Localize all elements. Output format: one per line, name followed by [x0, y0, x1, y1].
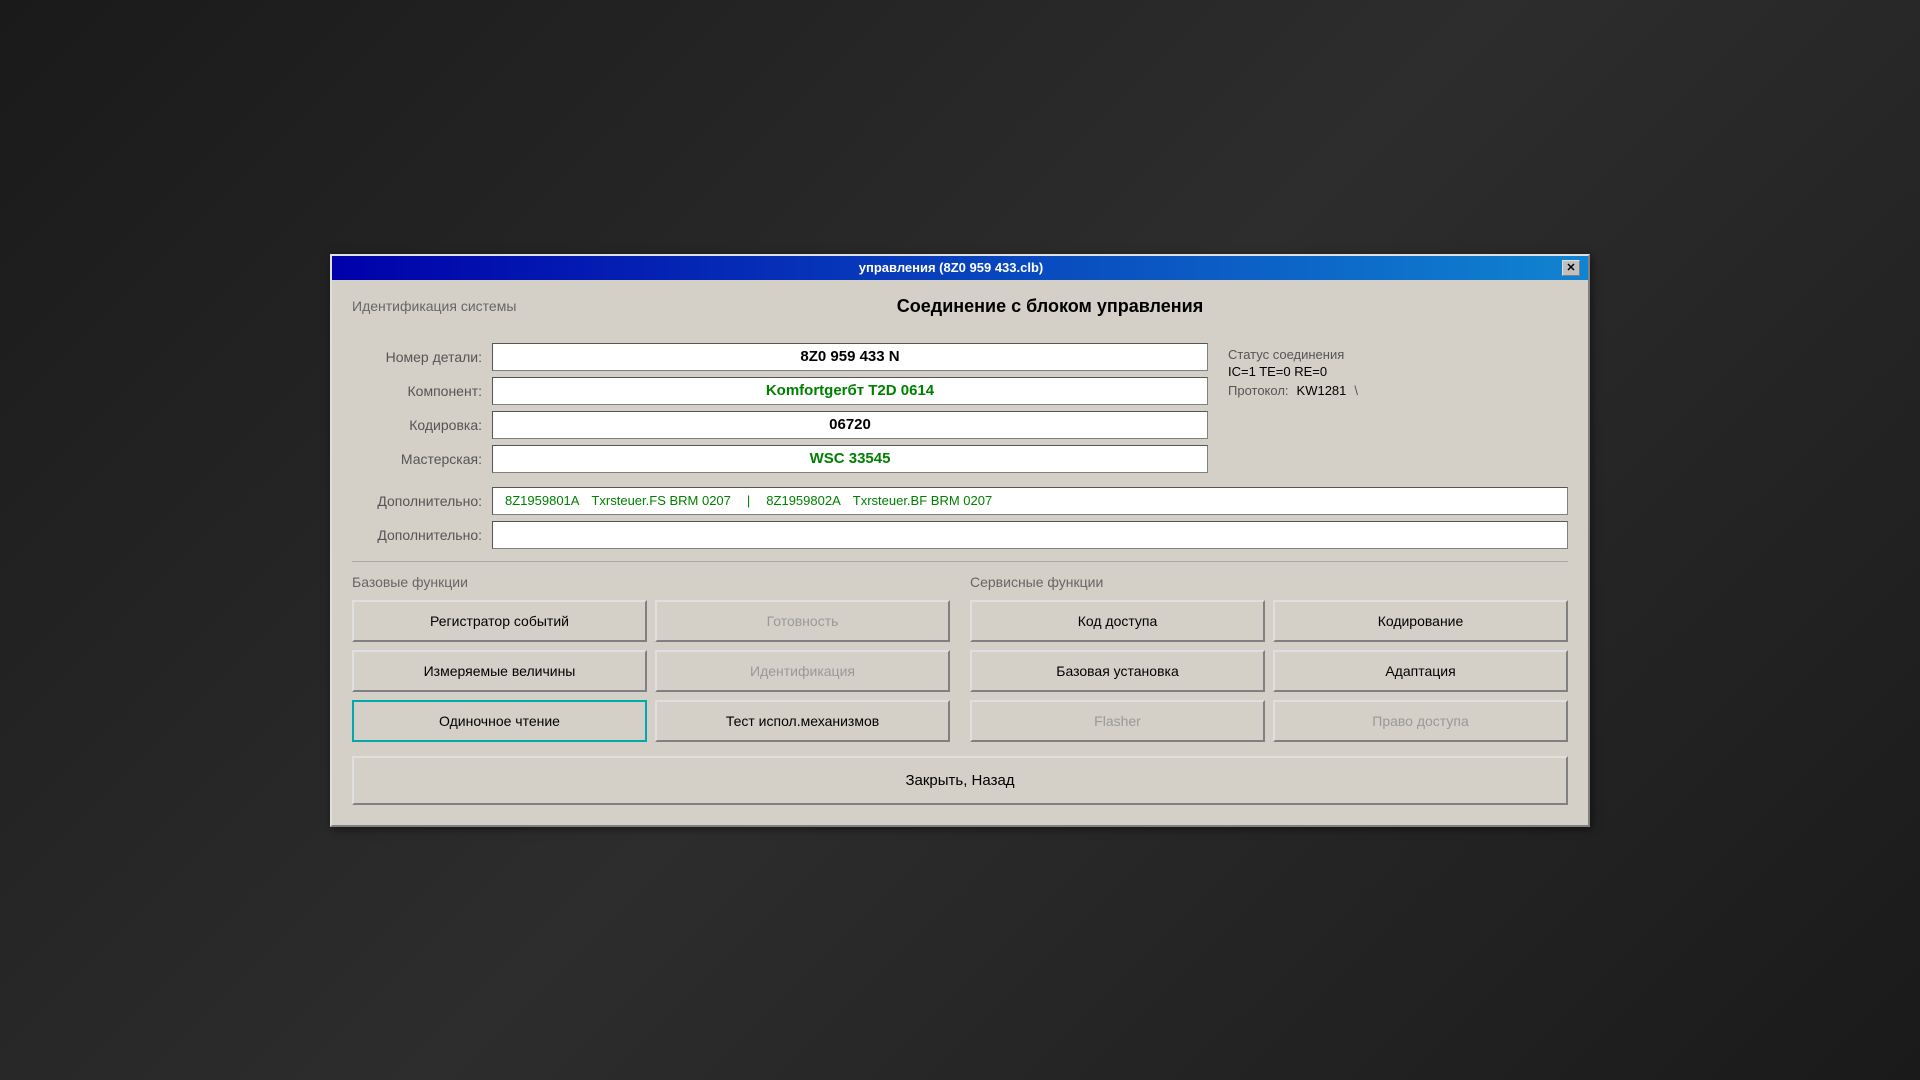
protocol-suffix: \	[1354, 383, 1358, 398]
extra1-value2: 8Z1959802A	[766, 493, 840, 508]
btn-single-read[interactable]: Одиночное чтение	[352, 700, 647, 742]
part-number-row: Номер детали: 8Z0 959 433 N	[352, 343, 1208, 371]
extra2-label: Дополнительно:	[352, 527, 492, 543]
extra2-value	[492, 521, 1568, 549]
extra1-sep1: Txrsteuer.FS BRM 0207	[591, 493, 730, 508]
btn-access-rights[interactable]: Право доступа	[1273, 700, 1568, 742]
extra1-label: Дополнительно:	[352, 493, 492, 509]
btn-access-code[interactable]: Код доступа	[970, 600, 1265, 642]
service-functions-title: Сервисные функции	[970, 574, 1568, 590]
functions-area: Базовые функции Регистратор событий Гото…	[352, 574, 1568, 742]
coding-label: Кодировка:	[352, 417, 492, 433]
close-window-button[interactable]: ✕	[1562, 260, 1580, 276]
btn-coding[interactable]: Кодирование	[1273, 600, 1568, 642]
page-title: Соединение с блоком управления	[532, 296, 1568, 317]
basic-functions-grid: Регистратор событий Готовность Измеряемы…	[352, 600, 950, 742]
btn-flasher[interactable]: Flasher	[970, 700, 1265, 742]
btn-identification[interactable]: Идентификация	[655, 650, 950, 692]
status-section: Статус соединения IC=1 TE=0 RE=0 Протоко…	[1228, 343, 1568, 479]
btn-measured-values[interactable]: Измеряемые величины	[352, 650, 647, 692]
coding-row: Кодировка: 06720	[352, 411, 1208, 439]
protocol-label: Протокол:	[1228, 383, 1289, 398]
btn-readiness[interactable]: Готовность	[655, 600, 950, 642]
btn-basic-setup[interactable]: Базовая установка	[970, 650, 1265, 692]
coding-value: 06720	[492, 411, 1208, 439]
btn-adaptation[interactable]: Адаптация	[1273, 650, 1568, 692]
service-functions-section: Сервисные функции Код доступа Кодировани…	[970, 574, 1568, 742]
component-label: Компонент:	[352, 383, 492, 399]
component-row: Компонент: Komfortgerбт T2D 0614	[352, 377, 1208, 405]
extra1-value1: 8Z1959801A	[505, 493, 579, 508]
extra2-row: Дополнительно:	[352, 521, 1568, 549]
title-bar: управления (8Z0 959 433.clb) ✕	[332, 256, 1588, 280]
extra1-value: 8Z1959801A Txrsteuer.FS BRM 0207 | 8Z195…	[492, 487, 1568, 515]
extra1-pipe: |	[747, 493, 750, 508]
status-label: Статус соединения	[1228, 347, 1568, 362]
extra1-row: Дополнительно: 8Z1959801A Txrsteuer.FS B…	[352, 487, 1568, 515]
main-window: управления (8Z0 959 433.clb) ✕ Идентифик…	[330, 254, 1590, 827]
divider	[352, 561, 1568, 562]
window-title: управления (8Z0 959 433.clb)	[340, 260, 1562, 275]
system-id-label: Идентификация системы	[352, 298, 532, 314]
part-number-label: Номер детали:	[352, 349, 492, 365]
part-number-value: 8Z0 959 433 N	[492, 343, 1208, 371]
extra1-sep2: Txrsteuer.BF BRM 0207	[853, 493, 992, 508]
component-value: Komfortgerбт T2D 0614	[492, 377, 1208, 405]
basic-functions-section: Базовые функции Регистратор событий Гото…	[352, 574, 950, 742]
workshop-value: WSC 33545	[492, 445, 1208, 473]
btn-event-log[interactable]: Регистратор событий	[352, 600, 647, 642]
basic-functions-title: Базовые функции	[352, 574, 950, 590]
protocol-value: KW1281	[1297, 383, 1347, 398]
btn-actuator-test[interactable]: Тест испол.механизмов	[655, 700, 950, 742]
workshop-label: Мастерская:	[352, 451, 492, 467]
service-functions-grid: Код доступа Кодирование Базовая установк…	[970, 600, 1568, 742]
workshop-row: Мастерская: WSC 33545	[352, 445, 1208, 473]
close-back-button[interactable]: Закрыть, Назад	[352, 756, 1568, 805]
status-values: IC=1 TE=0 RE=0	[1228, 364, 1568, 379]
